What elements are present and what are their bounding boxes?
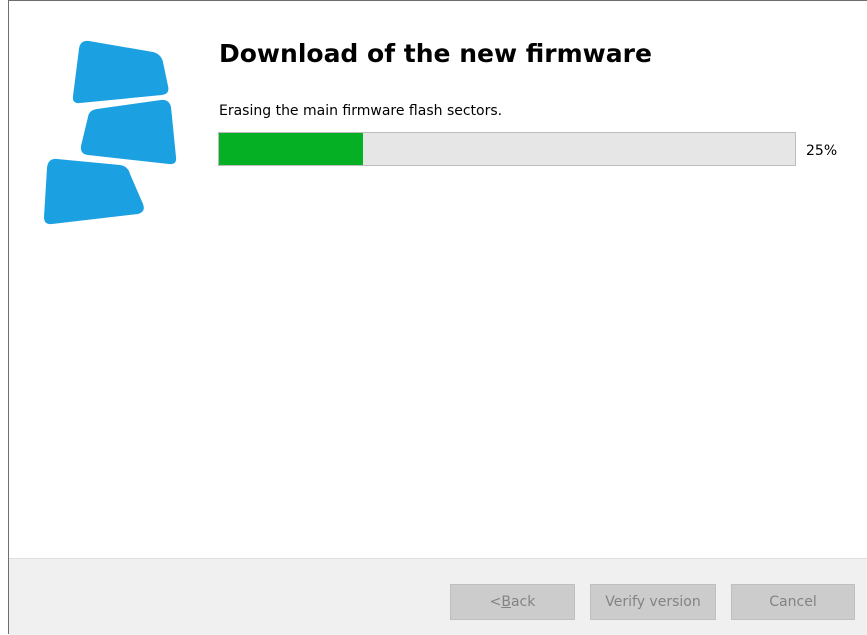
logo-block-top [72,40,169,104]
progress-percent: 25% [806,143,838,159]
logo-block-middle [80,99,177,165]
back-button[interactable]: < Back [450,584,575,620]
back-button-prefix: < [489,594,502,610]
progress-bar-fill [219,133,363,165]
verify-version-button[interactable]: Verify version [590,584,716,620]
logo-block-bottom [44,158,144,225]
page-title: Download of the new firmware [219,39,652,68]
firmware-download-window: Download of the new firmware Erasing the… [8,0,867,635]
back-button-rest: ack [510,594,536,610]
stacked-blocks-logo-icon [44,40,177,225]
button-bar: < Back Verify version Cancel [9,558,867,635]
progress-bar [218,132,796,166]
cancel-button[interactable]: Cancel [731,584,855,620]
status-message: Erasing the main firmware flash sectors. [219,103,503,119]
back-button-mnemonic: B [501,594,511,610]
